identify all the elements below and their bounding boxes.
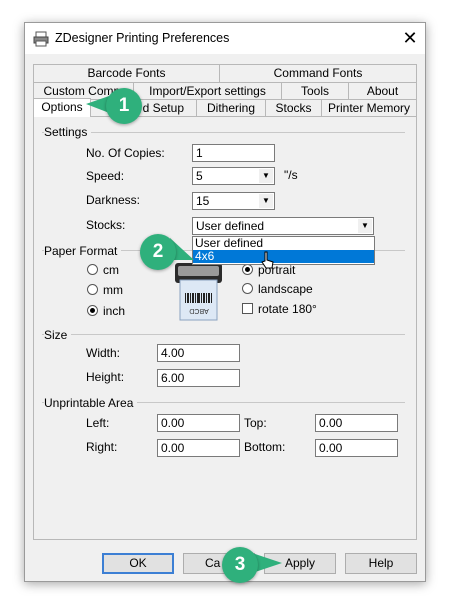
bottom-label: Bottom: (244, 440, 286, 454)
orientation-landscape-label: landscape (258, 282, 313, 296)
unit-cm-radio[interactable] (87, 264, 98, 275)
top-label: Top: (244, 416, 267, 430)
tab-barcode-fonts[interactable]: Barcode Fonts (33, 64, 220, 83)
right-label: Right: (86, 440, 118, 454)
orientation-landscape-radio[interactable] (242, 283, 253, 294)
tab-dithering[interactable]: Dithering (196, 99, 266, 116)
rotate-180-checkbox[interactable] (242, 303, 253, 314)
right-input[interactable]: 0.00 (157, 439, 240, 457)
copies-label: No. Of Copies: (86, 146, 165, 160)
width-input[interactable]: 4.00 (157, 344, 240, 362)
chevron-down-icon: ▼ (259, 169, 273, 183)
left-label: Left: (86, 416, 110, 430)
height-label: Height: (86, 370, 125, 384)
callout-1-badge: 1 (106, 88, 142, 124)
bottom-input[interactable]: 0.00 (315, 439, 398, 457)
stocks-dropdown-list: User defined 4x6 (192, 236, 375, 265)
settings-group-label: Settings (44, 125, 92, 139)
tab-about[interactable]: About (348, 82, 417, 100)
unit-mm-radio[interactable] (87, 284, 98, 295)
tab-stocks[interactable]: Stocks (265, 99, 322, 116)
ok-button[interactable]: OK (102, 553, 174, 574)
label-sample-text: ABCD (189, 307, 208, 314)
size-group-line (42, 334, 405, 335)
size-group-label: Size (44, 328, 72, 342)
width-label: Width: (86, 346, 121, 360)
tab-tools[interactable]: Tools (281, 82, 349, 100)
settings-group-line (42, 132, 405, 133)
speed-unit: "/s (284, 168, 298, 182)
speed-select[interactable]: 5 ▼ (192, 167, 275, 185)
chevron-down-icon: ▼ (358, 219, 372, 233)
pointer-cursor-icon (261, 251, 274, 269)
paper-format-group-label: Paper Format (44, 244, 122, 258)
stocks-label: Stocks: (86, 218, 126, 232)
height-input[interactable]: 6.00 (157, 369, 240, 387)
unit-inch-label: inch (103, 304, 126, 318)
stocks-select[interactable]: User defined ▼ (192, 217, 374, 235)
unit-cm-label: cm (103, 263, 119, 277)
unprintable-group-label: Unprintable Area (44, 396, 138, 410)
tab-options[interactable]: Options (33, 98, 91, 117)
tab-printer-memory[interactable]: Printer Memory (321, 99, 417, 116)
copies-input[interactable]: 1 (192, 144, 275, 162)
darkness-select[interactable]: 15 ▼ (192, 192, 275, 210)
stocks-option-user-defined[interactable]: User defined (193, 237, 374, 250)
darkness-label: Darkness: (86, 193, 141, 207)
stocks-value: User defined (196, 219, 265, 233)
help-button[interactable]: Help (345, 553, 417, 574)
callout-2-badge: 2 (140, 234, 176, 270)
rotate-180-label: rotate 180° (258, 302, 317, 316)
label-printer-illustration: ABCD (175, 263, 222, 321)
speed-label: Speed: (86, 169, 125, 183)
unit-inch-radio[interactable] (87, 305, 98, 316)
stocks-option-4x6[interactable]: 4x6 (193, 250, 374, 263)
window-title: ZDesigner Printing Preferences (55, 31, 230, 45)
chevron-down-icon: ▼ (259, 194, 273, 208)
speed-value: 5 (196, 169, 203, 183)
top-input[interactable]: 0.00 (315, 414, 398, 432)
callout-3-badge: 3 (222, 547, 258, 583)
unit-mm-label: mm (103, 283, 123, 297)
close-icon[interactable]: ✕ (400, 27, 420, 49)
left-input[interactable]: 0.00 (157, 414, 240, 432)
orientation-portrait-radio[interactable] (242, 264, 253, 275)
tab-import-export-settings[interactable]: Import/Export settings (133, 82, 282, 100)
tab-command-fonts[interactable]: Command Fonts (219, 64, 417, 83)
printer-icon (33, 31, 49, 47)
darkness-value: 15 (196, 194, 210, 208)
